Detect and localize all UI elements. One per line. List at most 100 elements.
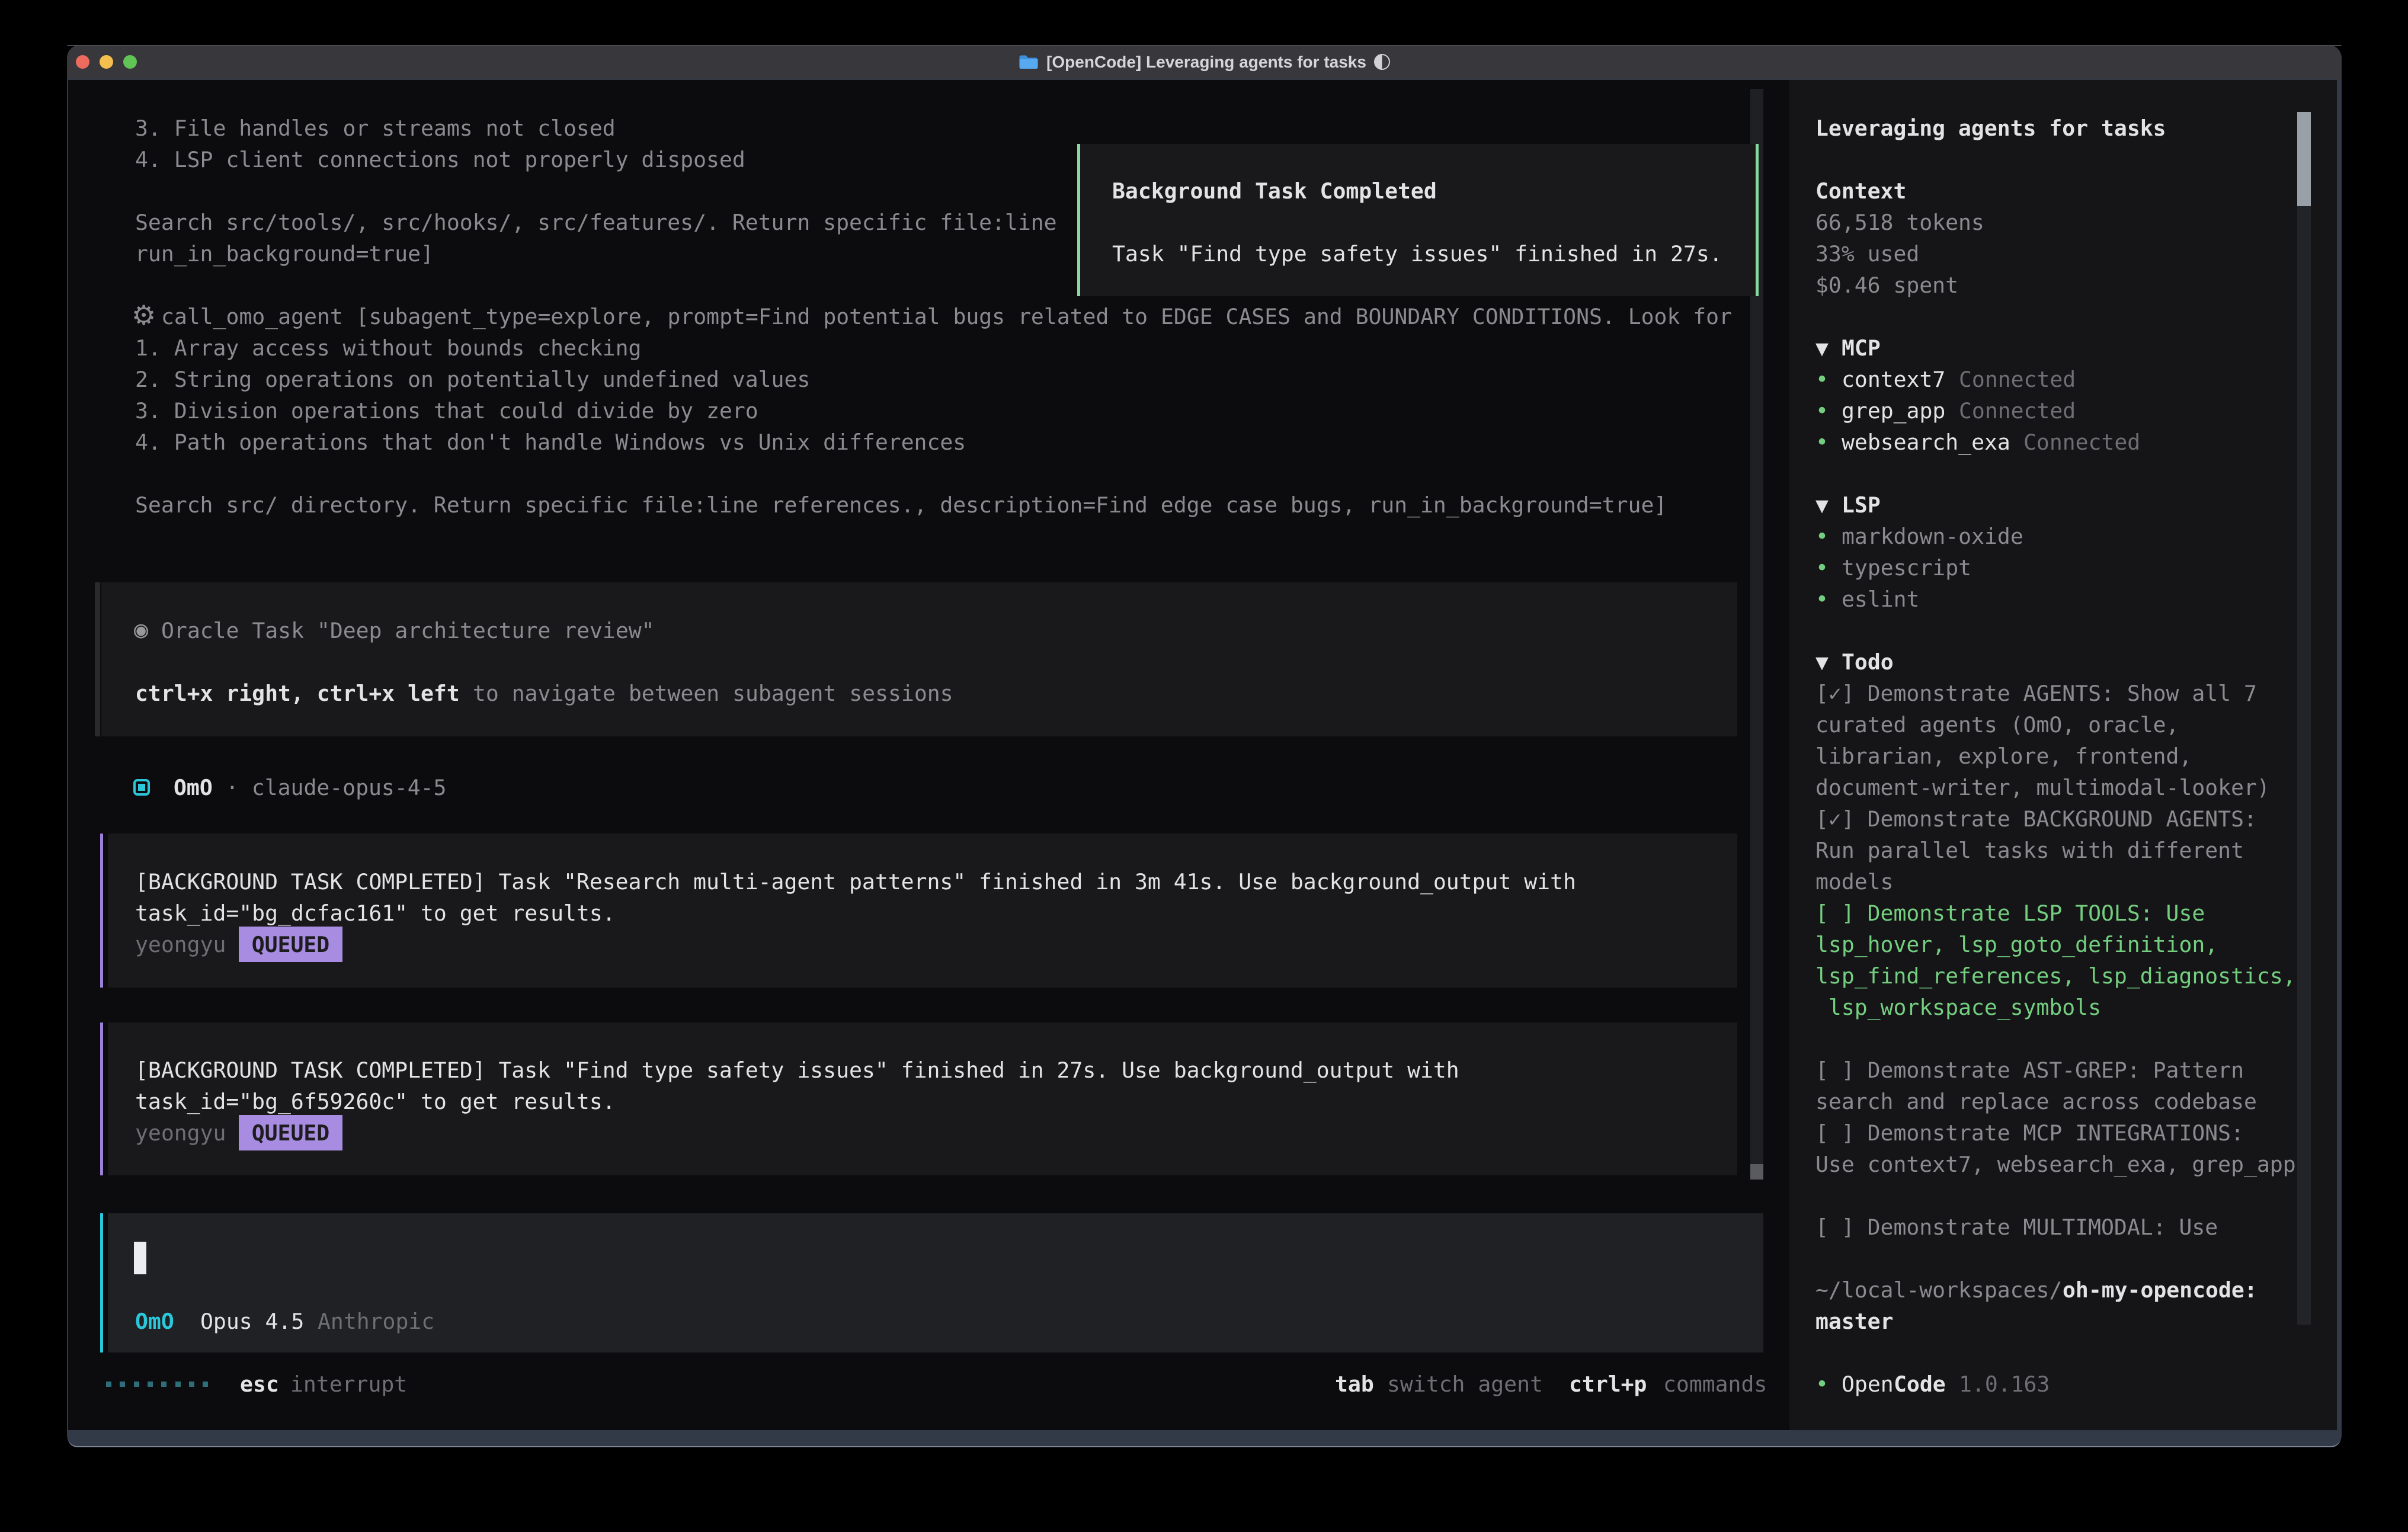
workdir-branch: master (1815, 1306, 1893, 1337)
context-tokens: 66,518 tokens (1815, 207, 1984, 238)
mcp-grep-app-seg1: grep_app (1842, 395, 1945, 427)
todo-mcp-2: Use context7, websearch_exa, grep_app (1815, 1149, 2296, 1180)
spinner-dot (161, 1382, 166, 1387)
mcp-websearch-exa-seg1: websearch_exa (1842, 427, 2010, 458)
toast-left-bar (1077, 144, 1080, 296)
spinner-dot (106, 1382, 111, 1387)
zoom-button[interactable] (123, 55, 137, 69)
task-prompt-line-1: Search src/tools/, src/hooks/, src/featu… (135, 207, 1057, 238)
lsp-markdown-oxide-seg0: • (1815, 521, 1829, 552)
lsp-markdown-oxide-seg1: markdown-oxide (1842, 521, 2023, 552)
bg-task-2-meta: yeongyu (135, 1117, 226, 1149)
mcp-heading-seg0: ▼ (1815, 332, 1829, 364)
spinner-dot (148, 1382, 153, 1387)
todo-agents-3: librarian, explore, frontend, (1815, 741, 2192, 772)
folder-icon (1019, 54, 1039, 70)
bg-task-card-1-accent-bar (100, 834, 103, 988)
session-title: Leveraging agents for tasks (1815, 113, 2166, 144)
mcp-websearch-exa-seg2: Connected (2023, 427, 2140, 458)
tool-call-omo-agent-seg1: call_omo_agent [subagent_type=explore, p… (161, 301, 1732, 332)
sidebar-scrollbar-thumb[interactable] (2297, 112, 2311, 206)
todo-background-1: [✓] Demonstrate BACKGROUND AGENTS: (1815, 803, 2257, 835)
todo-astgrep-2: search and replace across codebase (1815, 1086, 2257, 1117)
window-titlebar[interactable]: [OpenCode] Leveraging agents for tasks (67, 45, 2342, 79)
bg-task-2-line-1: [BACKGROUND TASK COMPLETED] Task "Find t… (135, 1055, 1459, 1086)
bg-task-card-2-accent-bar (100, 1023, 103, 1175)
spinner-dot (134, 1382, 139, 1387)
toast-right-bar (1756, 144, 1759, 296)
edge-case-2: 2. String operations on potentially unde… (135, 364, 810, 395)
screen: [OpenCode] Leveraging agents for tasks O… (0, 0, 2408, 1532)
prompt-input-meta-seg1: Opus 4.5 (200, 1306, 304, 1337)
tool-call-omo-agent-seg0: ⚙ (132, 300, 156, 331)
todo-lsp-3: lsp_find_references, lsp_diagnostics, (1815, 960, 2296, 992)
oracle-task-card-accent-bar (95, 582, 100, 736)
oracle-task-title-seg0: ◉ (134, 614, 148, 646)
todo-agents-2: curated agents (OmO, oracle, (1815, 709, 2179, 741)
app-version-seg1: Open (1842, 1368, 1894, 1400)
mcp-grep-app-seg0: • (1815, 395, 1829, 427)
lsp-eslint-seg1: eslint (1842, 584, 1919, 615)
mcp-context7-seg1: context7 (1842, 364, 1945, 395)
sidebar-scrollbar-track[interactable] (2297, 112, 2311, 1325)
todo-lsp-1: [ ] Demonstrate LSP TOOLS: Use (1815, 898, 2205, 929)
prompt-input-meta-seg2: Anthropic (318, 1306, 434, 1337)
bg-task-1-status: QUEUED (239, 927, 342, 962)
cleanup-issue-3: 3. File handles or streams not closed (135, 113, 616, 144)
workdir-path-seg1: oh-my-opencode: (2063, 1274, 2258, 1306)
spinner-dot (189, 1382, 194, 1387)
todo-lsp-4: lsp_workspace_symbols (1815, 992, 2101, 1023)
edge-case-4: 4. Path operations that don't handle Win… (135, 427, 966, 458)
todo-heading-seg1: Todo (1842, 646, 1894, 678)
edge-case-3: 3. Division operations that could divide… (135, 395, 758, 427)
toast-body: Task "Find type safety issues" finished … (1112, 238, 1722, 270)
traffic-lights (76, 45, 137, 79)
toast-notification (1080, 144, 1756, 296)
minimize-button[interactable] (100, 55, 113, 69)
todo-background-3: models (1815, 866, 1893, 898)
statusbar-interrupt-hint-seg0: esc (240, 1368, 279, 1400)
prompt-input-meta-seg0: OmO (135, 1306, 174, 1337)
task-prompt-line-2: run_in_background=true] (135, 238, 434, 270)
terminal-window: [OpenCode] Leveraging agents for tasks O… (67, 45, 2342, 1446)
agent-model-line-seg1: · claude-opus-4-5 (226, 772, 446, 803)
edge-case-prompt: Search src/ directory. Return specific f… (135, 489, 1667, 521)
todo-multimodal: [ ] Demonstrate MULTIMODAL: Use (1815, 1212, 2218, 1243)
oracle-task-card (101, 582, 1737, 736)
close-button[interactable] (76, 55, 89, 69)
bg-task-1-line-1: [BACKGROUND TASK COMPLETED] Task "Resear… (135, 866, 1576, 898)
toast-title: Background Task Completed (1112, 175, 1437, 207)
subagent-nav-hint-seg0: ctrl+x right, ctrl+x left (135, 678, 460, 709)
statusbar-shortcut-hints-seg2: ctrl+p (1569, 1368, 1647, 1400)
todo-mcp-1: [ ] Demonstrate MCP INTEGRATIONS: (1815, 1117, 2244, 1149)
statusbar-shortcut-hints-seg0: tab (1335, 1368, 1374, 1400)
statusbar-interrupt-hint-seg1: interrupt (290, 1368, 407, 1400)
context-used: 33% used (1815, 238, 1919, 270)
half-moon-icon (1374, 54, 1390, 70)
app-version-seg3: 1.0.163 (1959, 1368, 2050, 1400)
lsp-heading-seg1: LSP (1842, 489, 1881, 521)
mcp-context7-seg2: Connected (1959, 364, 2076, 395)
bg-task-1-line-2: task_id="bg_dcfac161" to get results. (135, 898, 616, 929)
lsp-eslint-seg0: • (1815, 584, 1829, 615)
todo-background-2: Run parallel tasks with different (1815, 835, 2244, 866)
context-spent: $0.46 spent (1815, 270, 1958, 301)
oracle-task-title-seg1: Oracle Task "Deep architecture review" (161, 615, 655, 646)
subagent-nav-hint-seg1: to navigate between subagent sessions (460, 678, 953, 709)
window-title: [OpenCode] Leveraging agents for tasks (1046, 53, 1366, 72)
bg-task-2-line-2: task_id="bg_6f59260c" to get results. (135, 1086, 616, 1117)
agent-checkbox-icon-fill (138, 784, 145, 791)
mcp-websearch-exa-seg0: • (1815, 427, 1829, 458)
spinner-dot (175, 1382, 181, 1387)
todo-agents-1: [✓] Demonstrate AGENTS: Show all 7 (1815, 678, 2257, 709)
text-cursor (134, 1242, 146, 1274)
chat-scrollbar-thumb[interactable] (1750, 1164, 1763, 1180)
spinner-dot (120, 1382, 125, 1387)
context-heading: Context (1815, 175, 1906, 207)
statusbar-shortcut-hints-seg1: switch agent (1387, 1368, 1543, 1400)
cleanup-issue-4: 4. LSP client connections not properly d… (135, 144, 745, 175)
edge-case-1: 1. Array access without bounds checking (135, 332, 641, 364)
workdir-path-seg0: ~/local-workspaces/ (1815, 1274, 2062, 1306)
lsp-typescript-seg1: typescript (1842, 552, 1971, 584)
todo-astgrep-1: [ ] Demonstrate AST-GREP: Pattern (1815, 1055, 2244, 1086)
